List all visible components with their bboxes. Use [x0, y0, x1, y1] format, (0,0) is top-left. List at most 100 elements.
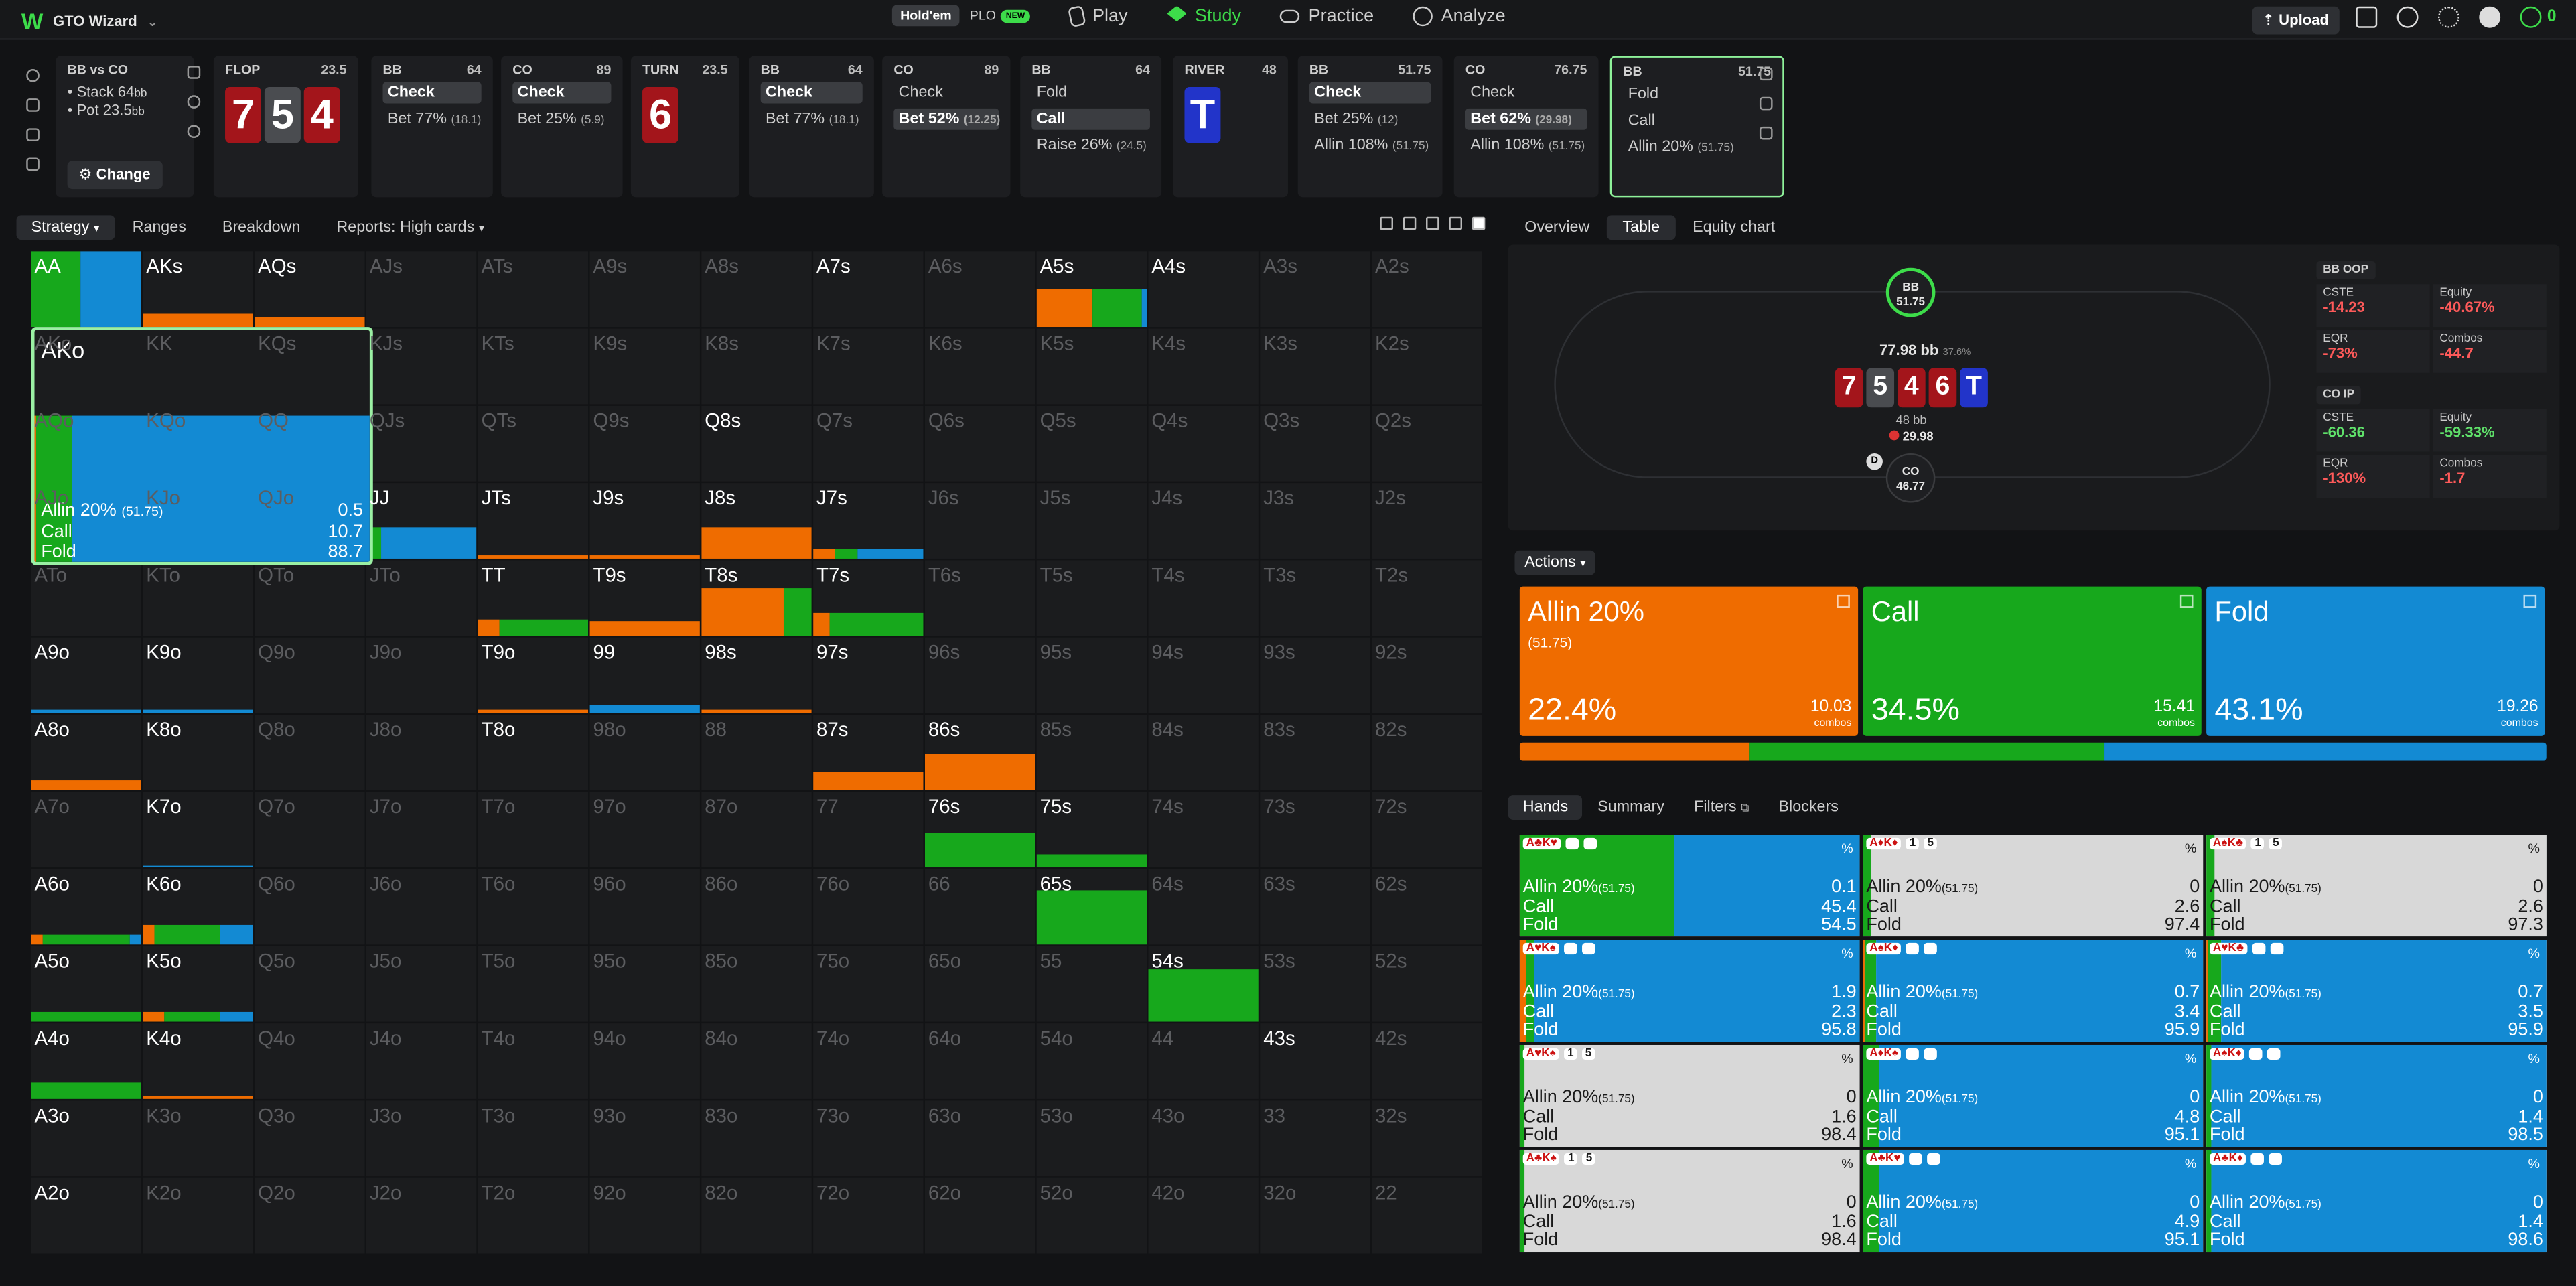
hand-cell[interactable]: 85o: [701, 946, 812, 1022]
seat-bb[interactable]: BB 51.75: [1885, 267, 1936, 317]
hand-combo-cell[interactable]: A♦K♦ 1 5% Allin 20%(51.75) 0 Call 2.6 Fold 97.4: [1863, 835, 2204, 937]
hand-cell[interactable]: J9s: [589, 483, 700, 559]
view-3d-icon[interactable]: [1380, 216, 1393, 230]
hand-cell[interactable]: Q6s: [924, 405, 1035, 482]
hand-cell[interactable]: T7o: [478, 792, 589, 868]
hand-cell[interactable]: J2s: [1372, 483, 1482, 559]
action-box[interactable]: RIVER 48 T: [1173, 56, 1288, 198]
hand-cell[interactable]: JTo: [366, 560, 477, 636]
tab-overview[interactable]: Overview: [1508, 214, 1606, 239]
tab-summary[interactable]: Summary: [1583, 794, 1679, 819]
expand-icon[interactable]: [2179, 594, 2194, 608]
holdem-toggle[interactable]: Hold'em: [891, 5, 960, 27]
hand-cell[interactable]: A6s: [924, 251, 1035, 328]
hand-cell[interactable]: A2s: [1372, 251, 1482, 328]
action-option[interactable]: Check: [512, 82, 612, 104]
hand-cell[interactable]: 82o: [701, 1177, 812, 1254]
hand-cell[interactable]: 63o: [924, 1100, 1035, 1177]
hand-cell[interactable]: 66: [924, 869, 1035, 945]
settings-icon[interactable]: [187, 125, 201, 139]
hand-cell[interactable]: K7s: [813, 328, 924, 405]
hand-cell[interactable]: 65o: [924, 946, 1035, 1022]
hand-cell[interactable]: K9s: [589, 328, 700, 405]
chevron-down-icon[interactable]: ⌄: [147, 14, 157, 29]
hand-cell[interactable]: 93o: [589, 1100, 700, 1177]
change-button[interactable]: ⚙ Change: [67, 161, 162, 190]
hand-cell[interactable]: 93s: [1260, 637, 1370, 713]
hand-cell[interactable]: 55: [1036, 946, 1147, 1022]
hand-cell[interactable]: T4o: [478, 1023, 589, 1099]
hand-cell[interactable]: A6o: [31, 869, 141, 945]
hand-cell[interactable]: K4s: [1148, 328, 1259, 405]
hand-cell[interactable]: 54o: [1036, 1023, 1147, 1099]
hand-cell[interactable]: J6o: [366, 869, 477, 945]
hand-cell[interactable]: JTs: [478, 483, 589, 559]
hand-cell[interactable]: 76s: [924, 792, 1035, 868]
action-box[interactable]: BB 64 Fold Call Raise 26% (24.5): [1020, 56, 1162, 198]
tab-equity-chart[interactable]: Equity chart: [1676, 214, 1792, 239]
tab-ranges[interactable]: Ranges: [115, 218, 204, 236]
action-box[interactable]: TURN 23.5 6: [630, 56, 739, 198]
hand-cell[interactable]: 88: [701, 714, 812, 790]
scan-icon[interactable]: [2356, 6, 2378, 28]
action-box[interactable]: BB 51.75 Fold Call Allin 20% (51.75): [1609, 56, 1784, 198]
expand-icon[interactable]: [2523, 594, 2537, 608]
hand-cell[interactable]: T2o: [478, 1177, 589, 1254]
hand-cell[interactable]: K5o: [143, 946, 253, 1022]
hand-cell[interactable]: T6o: [478, 869, 589, 945]
hand-cell[interactable]: 94o: [589, 1023, 700, 1099]
hand-cell[interactable]: 54s: [1148, 946, 1259, 1022]
hand-combo-cell[interactable]: A♦K♠ 1 4% Allin 20%(51.75) 0 Call 4.8 Fold 95.1: [1863, 1044, 2204, 1147]
hand-cell[interactable]: 64o: [924, 1023, 1035, 1099]
hand-cell[interactable]: 83s: [1260, 714, 1370, 790]
hand-cell[interactable]: A8o: [31, 714, 141, 790]
hand-cell[interactable]: Q3s: [1260, 405, 1370, 482]
hand-cell[interactable]: A8s: [701, 251, 812, 328]
hand-cell[interactable]: A5o: [31, 946, 141, 1022]
action-summary-allin[interactable]: Allin 20% (51.75) 22.4% 10.03 combos: [1519, 586, 1859, 736]
hand-cell[interactable]: Q9o: [255, 637, 365, 713]
hand-cell[interactable]: T9o: [478, 637, 589, 713]
hand-cell[interactable]: 96o: [589, 869, 700, 945]
hand-cell[interactable]: J7o: [366, 792, 477, 868]
hand-cell[interactable]: 32s: [1372, 1100, 1482, 1177]
hand-cell[interactable]: 65s: [1036, 869, 1147, 945]
action-summary-call[interactable]: Call 34.5% 15.41 combos: [1863, 586, 2202, 736]
action-box[interactable]: BB 64 Check Bet 77% (18.1): [749, 56, 874, 198]
hand-cell[interactable]: T3s: [1260, 560, 1370, 636]
hand-cell[interactable]: T2s: [1372, 560, 1482, 636]
hand-cell[interactable]: 32o: [1260, 1177, 1370, 1254]
hand-cell[interactable]: 53s: [1260, 946, 1370, 1022]
hand-cell[interactable]: ATs: [478, 251, 589, 328]
hand-cell[interactable]: 87o: [701, 792, 812, 868]
action-option[interactable]: Raise 26% (24.5): [1031, 135, 1150, 156]
hand-combo-cell[interactable]: A♣K♠ 1 5% Allin 20%(51.75) 0 Call 1.6 Fold 98.4: [1519, 1149, 1860, 1253]
hand-cell[interactable]: K2s: [1372, 328, 1482, 405]
hand-cell[interactable]: J7s: [813, 483, 924, 559]
action-option[interactable]: Allin 108% (51.75): [1465, 135, 1587, 156]
hand-cell[interactable]: J4o: [366, 1023, 477, 1099]
hand-cell[interactable]: 77: [813, 792, 924, 868]
action-option[interactable]: Check: [382, 82, 482, 104]
action-option[interactable]: Fold: [1031, 82, 1150, 104]
action-summary-fold[interactable]: Fold 43.1% 19.26 combos: [2206, 586, 2545, 736]
hand-cell[interactable]: 72s: [1372, 792, 1482, 868]
hand-cell[interactable]: 73o: [813, 1100, 924, 1177]
hand-cell[interactable]: 22: [1372, 1177, 1482, 1254]
hand-cell[interactable]: 74s: [1148, 792, 1259, 868]
hand-cell[interactable]: Q7o: [255, 792, 365, 868]
lock-icon[interactable]: [1759, 96, 1773, 111]
action-option[interactable]: Bet 25% (12): [1309, 109, 1431, 130]
hand-cell[interactable]: T7s: [813, 560, 924, 636]
action-option[interactable]: Bet 52% (12.25): [893, 108, 1000, 130]
hand-cell[interactable]: 94s: [1148, 637, 1259, 713]
hand-combo-cell[interactable]: A♣K♥ 1 4% Allin 20%(51.75) 0 Call 4.9 Fold 95.1: [1863, 1149, 2204, 1253]
hand-cell[interactable]: KJs: [366, 328, 477, 405]
hand-cell[interactable]: K6o: [143, 869, 253, 945]
logo[interactable]: W GTO Wizard ⌄: [21, 8, 158, 34]
action-box[interactable]: FLOP 23.5 7 5 4: [213, 56, 358, 198]
hand-cell[interactable]: 86o: [701, 869, 812, 945]
hand-cell[interactable]: AA: [31, 251, 141, 328]
hand-cell[interactable]: 42s: [1372, 1023, 1482, 1099]
hand-cell[interactable]: J3s: [1260, 483, 1370, 559]
